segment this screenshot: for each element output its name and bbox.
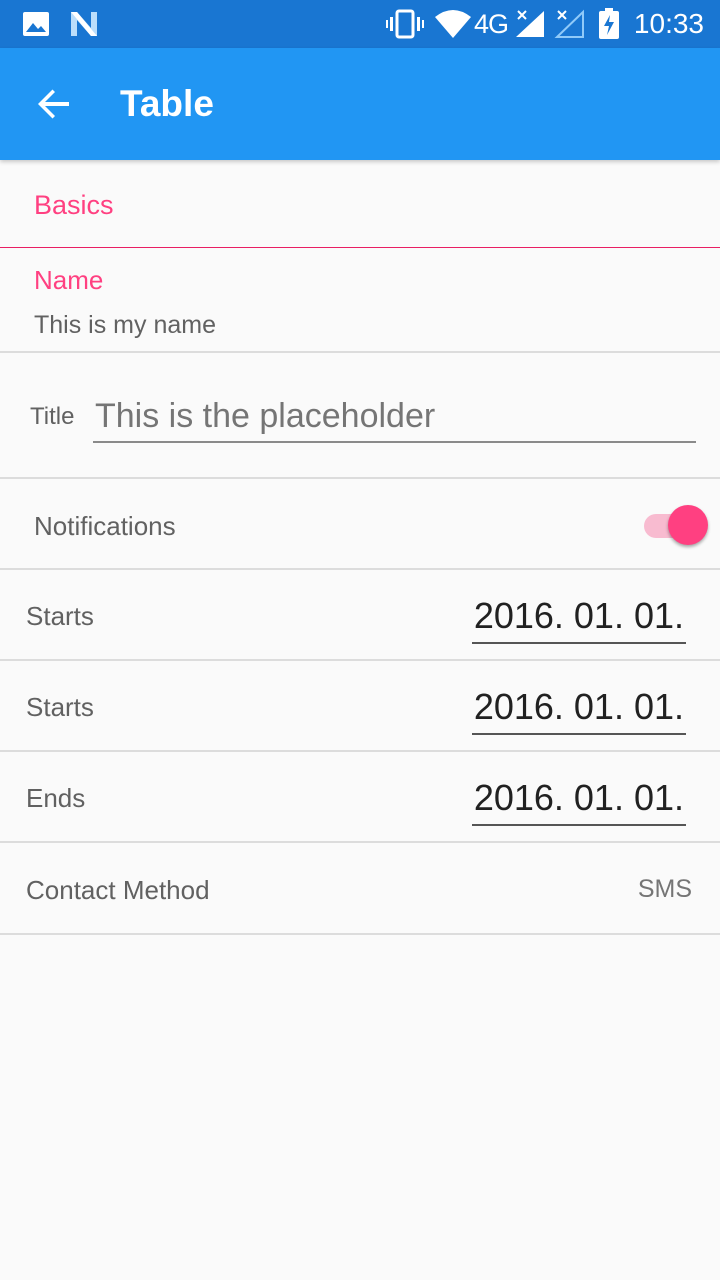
name-label: Name: [34, 265, 104, 295]
network-type: 4G: [474, 8, 509, 39]
arrow-back-icon: [38, 89, 69, 119]
n-notification-icon: [68, 0, 100, 48]
page-title: Table: [120, 83, 214, 124]
name-value: This is my name: [34, 311, 216, 339]
title-entry-row: Title: [0, 353, 720, 479]
wifi-icon: [434, 0, 472, 48]
section-header-basics: Basics: [0, 160, 720, 248]
vibrate-icon: [386, 0, 424, 48]
back-button[interactable]: [22, 72, 86, 136]
signal-2-icon: [554, 0, 586, 48]
date-label: Starts: [26, 601, 94, 631]
date-row-starts-2: Starts 2016. 01. 01.: [0, 661, 720, 752]
date-row-ends: Ends 2016. 01. 01.: [0, 752, 720, 843]
section-header-label: Basics: [34, 190, 114, 220]
contact-method-picker[interactable]: Contact Method SMS: [0, 843, 720, 935]
name-entry[interactable]: Name This is my name: [0, 249, 720, 353]
image-icon: [22, 0, 50, 48]
date-label: Starts: [26, 692, 94, 722]
date-picker[interactable]: 2016. 01. 01.: [471, 776, 686, 826]
date-row-starts: Starts 2016. 01. 01.: [0, 570, 720, 661]
status-bar: 4G 10:33: [0, 0, 720, 48]
notifications-toggle[interactable]: [642, 502, 712, 546]
date-picker[interactable]: 2016. 01. 01.: [471, 685, 686, 735]
status-time: 10:33: [633, 8, 704, 39]
notifications-label: Notifications: [34, 511, 176, 541]
signal-icon: [514, 0, 546, 48]
title-label: Title: [30, 403, 75, 430]
date-label: Ends: [26, 783, 86, 813]
contact-method-label: Contact Method: [26, 875, 210, 905]
contact-method-value: SMS: [637, 875, 692, 903]
toggle-thumb: [668, 505, 708, 545]
notifications-row: Notifications: [0, 479, 720, 570]
battery-charging-icon: [598, 0, 620, 48]
date-picker[interactable]: 2016. 01. 01.: [471, 594, 686, 644]
title-input[interactable]: [93, 391, 696, 443]
app-bar: Table: [0, 48, 720, 160]
